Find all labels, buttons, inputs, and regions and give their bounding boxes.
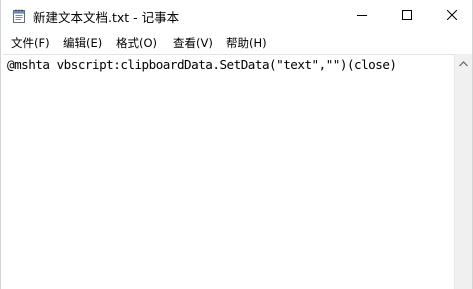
maximize-button[interactable] (384, 0, 429, 32)
menu-help[interactable]: 帮助(H) (225, 35, 268, 51)
menu-bar: 文件(F) 编辑(E) 格式(O) 查看(V) 帮助(H) (1, 32, 472, 53)
menu-view[interactable]: 查看(V) (172, 35, 214, 51)
text-editor-area[interactable]: @mshta vbscript:clipboardData.SetData("t… (3, 54, 454, 289)
close-icon (446, 7, 457, 25)
menu-file[interactable]: 文件(F) (10, 35, 51, 51)
menu-format[interactable]: 格式(O) (115, 35, 158, 51)
minimize-icon (356, 7, 367, 25)
scroll-up-arrow-icon (459, 54, 468, 72)
minimize-button[interactable] (339, 0, 384, 32)
title-bar[interactable]: 新建文本文档.txt - 记事本 (1, 0, 472, 32)
editor-content[interactable]: @mshta vbscript:clipboardData.SetData("t… (7, 57, 397, 72)
notepad-icon[interactable] (13, 9, 26, 23)
scroll-up-button[interactable] (455, 54, 472, 71)
notepad-window: 新建文本文档.txt - 记事本 文件(F) 编辑(E) 格式(O) 查看(V)… (0, 0, 473, 289)
vertical-scrollbar[interactable] (454, 54, 472, 289)
maximize-icon (401, 7, 412, 25)
close-button[interactable] (429, 0, 473, 32)
window-title: 新建文本文档.txt - 记事本 (33, 10, 180, 25)
menu-edit[interactable]: 编辑(E) (62, 35, 103, 51)
